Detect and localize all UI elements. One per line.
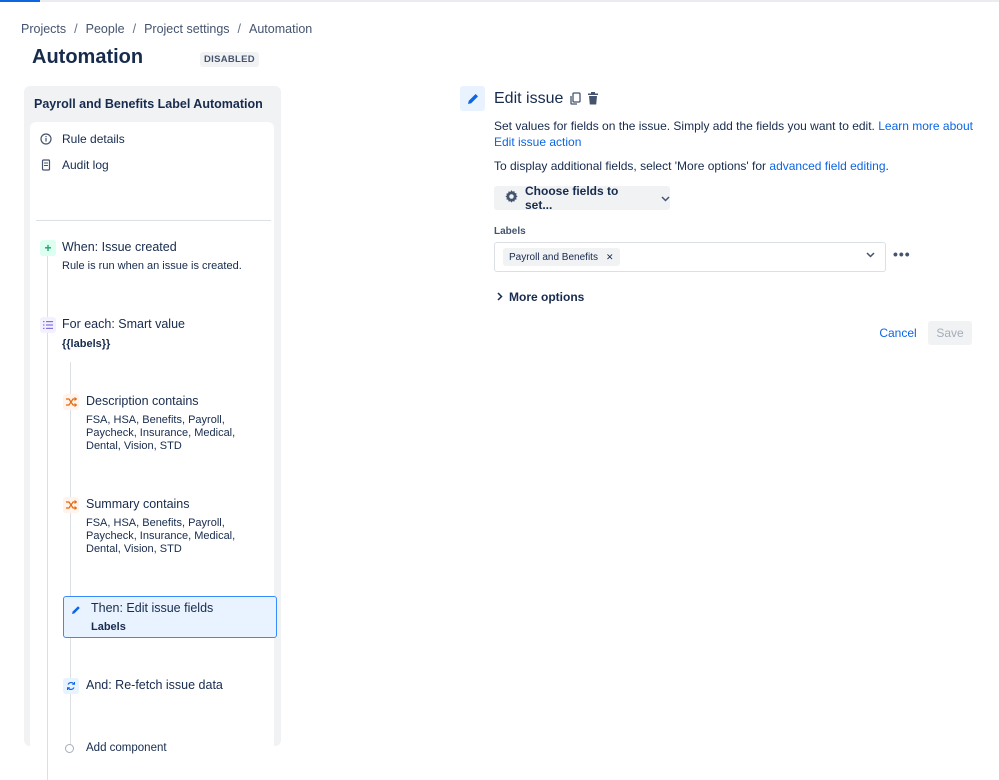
- trash-icon[interactable]: [586, 91, 600, 105]
- trigger-description: Rule is run when an issue is created.: [62, 260, 242, 272]
- advanced-note-text: To display additional fields, select 'Mo…: [494, 159, 767, 173]
- condition-value-line: FSA, HSA, Benefits, Payroll,: [86, 414, 225, 426]
- breadcrumb: Projects / People / Project settings / Auto…: [21, 22, 312, 36]
- add-node-icon: [65, 744, 74, 753]
- chevron-down-icon: [661, 191, 670, 205]
- breadcrumb-separator: /: [237, 22, 242, 36]
- trigger-title: When: Issue created: [62, 240, 177, 254]
- breadcrumb-people[interactable]: People: [86, 22, 125, 36]
- condition-value-line: Paycheck, Insurance, Medical,: [86, 427, 236, 439]
- rule-components-list: Rule details Audit log + When: Issue cre…: [30, 122, 277, 780]
- advanced-field-editing-link[interactable]: advanced field editing: [769, 159, 885, 173]
- pencil-icon: [68, 602, 84, 618]
- chevron-down-icon[interactable]: [866, 250, 875, 261]
- refetch-title: And: Re-fetch issue data: [86, 678, 223, 692]
- editor-description-text: Set values for fields on the issue. Simp…: [494, 119, 875, 133]
- condition-title: Description contains: [86, 394, 199, 408]
- cancel-button[interactable]: Cancel: [874, 321, 922, 345]
- condition-title: Summary contains: [86, 497, 190, 511]
- action-field: Labels: [91, 621, 126, 633]
- chevron-right-icon: [497, 290, 503, 304]
- labels-field-label: Labels: [494, 226, 526, 237]
- edit-icon: [460, 86, 485, 111]
- status-badge: DISABLED: [200, 52, 259, 67]
- rule-details-label: Rule details: [62, 132, 125, 146]
- refresh-icon: [63, 678, 79, 694]
- label-tag-text: Payroll and Benefits: [509, 251, 598, 263]
- more-options-label: More options: [509, 290, 585, 304]
- plus-icon: +: [40, 240, 56, 256]
- labels-select[interactable]: Payroll and Benefits ✕: [494, 242, 886, 272]
- editor-title-actions: [568, 91, 600, 105]
- rule-name: Payroll and Benefits Label Automation: [34, 97, 263, 111]
- shuffle-icon: [63, 394, 79, 410]
- choose-fields-label: Choose fields to set...: [525, 184, 619, 212]
- branch-title: For each: Smart value: [62, 317, 185, 331]
- breadcrumb-automation[interactable]: Automation: [249, 22, 312, 36]
- action-title: Then: Edit issue fields: [91, 601, 214, 615]
- rule-details-link[interactable]: Rule details: [40, 132, 125, 146]
- advanced-editing-note: To display additional fields, select 'Mo…: [494, 159, 889, 173]
- choose-fields-button[interactable]: Choose fields to set...: [494, 184, 670, 212]
- action-component-selected[interactable]: Then: Edit issue fields Labels: [63, 596, 277, 638]
- more-options-toggle[interactable]: More options: [497, 290, 584, 304]
- page-title: Automation: [32, 46, 144, 68]
- shuffle-icon: [63, 497, 79, 513]
- gear-icon: [504, 189, 519, 207]
- audit-log-label: Audit log: [62, 158, 109, 172]
- document-icon: [40, 159, 52, 171]
- breadcrumb-project-settings[interactable]: Project settings: [144, 22, 229, 36]
- condition-value-line: Dental, Vision, STD: [86, 440, 182, 452]
- breadcrumb-separator: /: [74, 22, 78, 36]
- save-button[interactable]: Save: [928, 321, 972, 345]
- breadcrumb-separator: /: [132, 22, 137, 36]
- editor-title: Edit issue: [494, 90, 564, 107]
- top-progress-line: [0, 0, 999, 2]
- top-progress-accent: [0, 0, 40, 2]
- label-tag: Payroll and Benefits ✕: [503, 248, 620, 266]
- condition-value-line: FSA, HSA, Benefits, Payroll,: [86, 517, 225, 529]
- editor-description: Set values for fields on the issue. Simp…: [494, 118, 974, 150]
- copy-icon[interactable]: [568, 91, 582, 105]
- breadcrumb-projects[interactable]: Projects: [21, 22, 66, 36]
- branch-smart-value: {{labels}}: [62, 338, 111, 350]
- audit-log-link[interactable]: Audit log: [40, 158, 109, 172]
- rule-panel: Payroll and Benefits Label Automation Ru…: [24, 86, 281, 780]
- info-icon: [40, 133, 52, 145]
- advanced-note-suffix: .: [885, 159, 889, 173]
- condition-value-line: Paycheck, Insurance, Medical,: [86, 530, 236, 542]
- condition-value-line: Dental, Vision, STD: [86, 543, 182, 555]
- remove-tag-icon[interactable]: ✕: [606, 252, 614, 263]
- list-icon: [40, 317, 56, 333]
- divider: [36, 220, 271, 221]
- more-actions-icon[interactable]: •••: [893, 246, 911, 262]
- add-component-label: Add component: [86, 742, 167, 754]
